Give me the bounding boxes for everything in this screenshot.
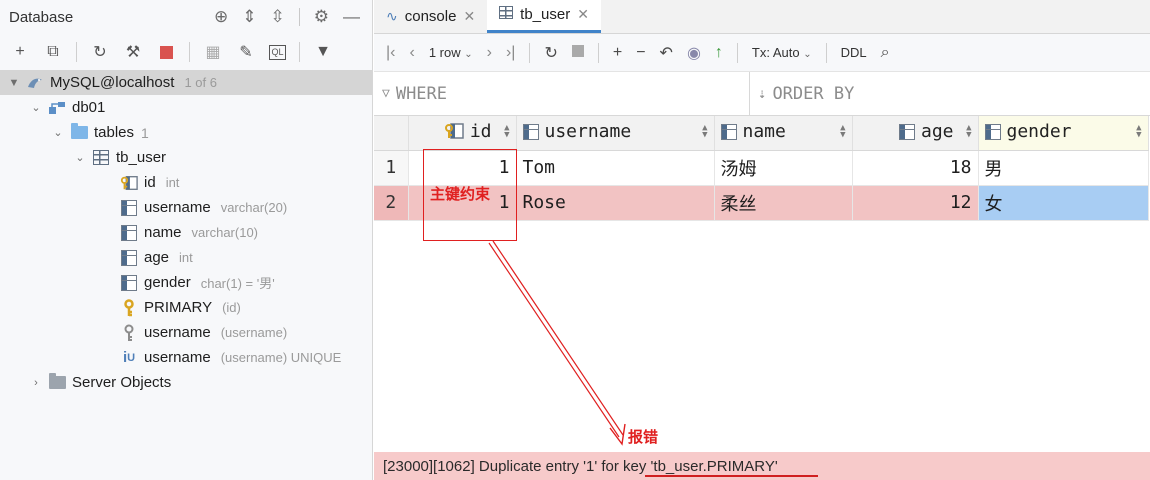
annotation-underline [645, 475, 818, 477]
annotation-arrow [488, 240, 626, 446]
annotation-error-label: 报错 [628, 428, 659, 446]
